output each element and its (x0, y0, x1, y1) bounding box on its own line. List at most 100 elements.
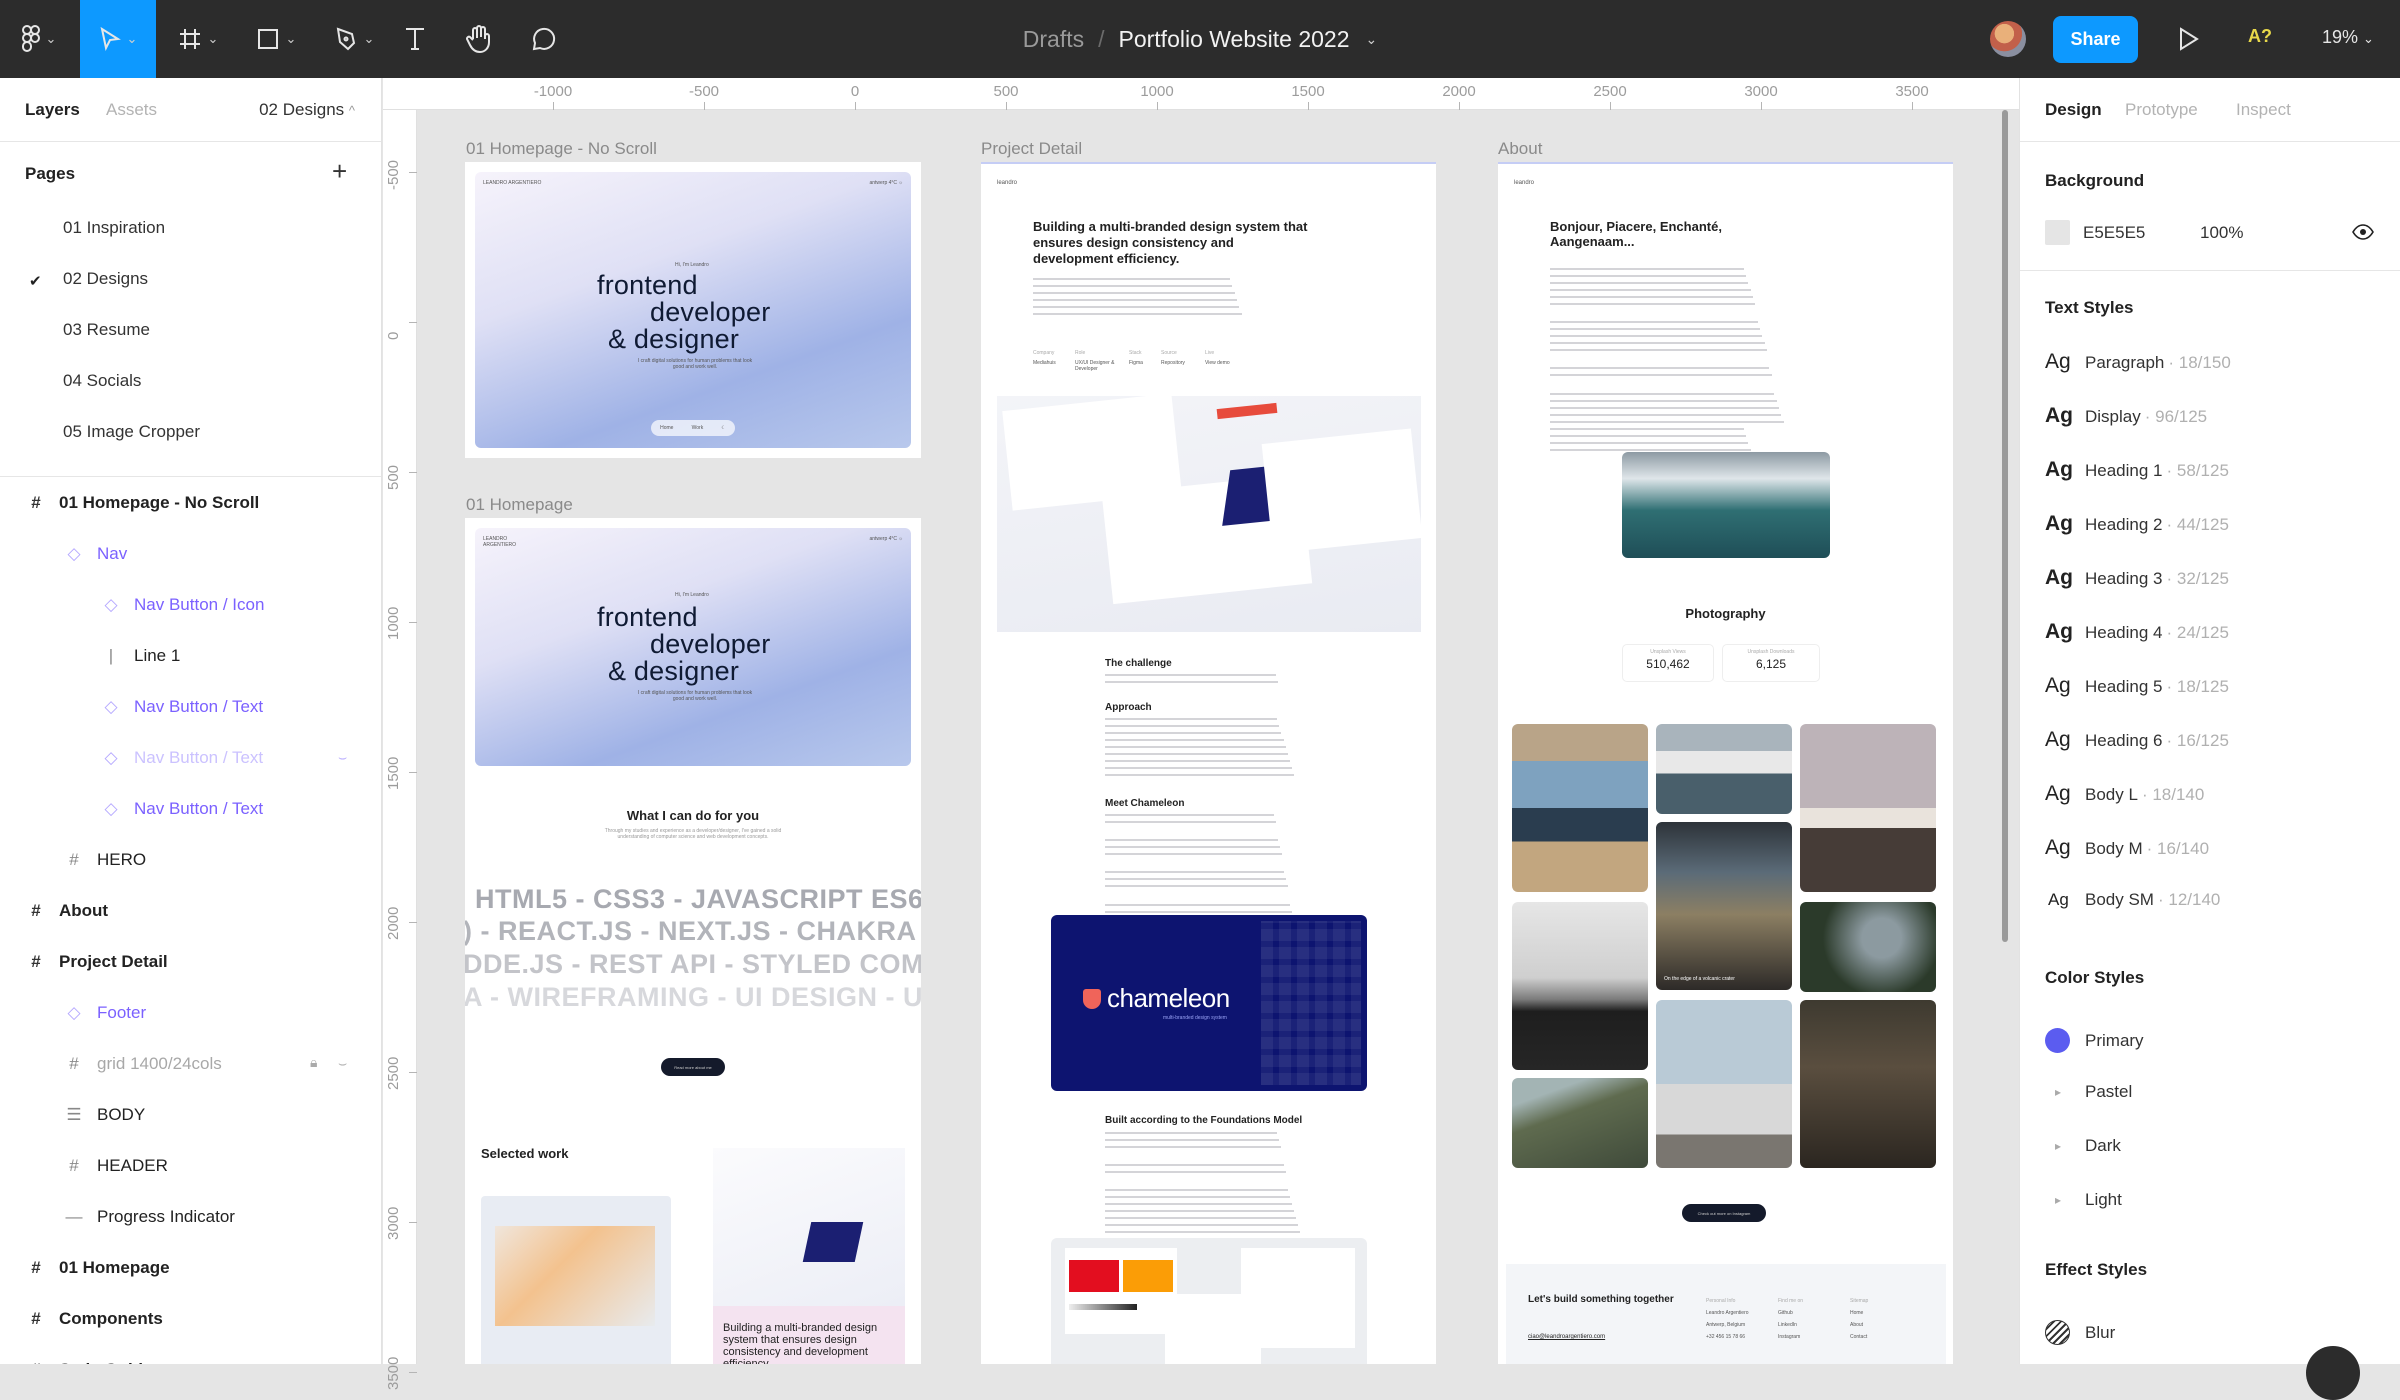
comment-bubble-icon (532, 27, 556, 51)
text-style-item[interactable]: Ag Heading 1 · 58/125 (2045, 458, 2229, 482)
text-style-item[interactable]: Ag Display · 96/125 (2045, 404, 2207, 428)
tab-prototype[interactable]: Prototype (2125, 100, 2198, 120)
layer-name: grid 1400/24cols (97, 1054, 222, 1073)
color-style-item[interactable]: Primary (2045, 1028, 2144, 1053)
frame-homepage[interactable]: LEANDRO ARGENTIERO antwerp 4°C ☼ Hi, I'm… (465, 518, 921, 1364)
text-tool-button[interactable] (398, 0, 432, 78)
layer-row[interactable]: ◇ Nav Button / Text (100, 741, 263, 775)
design-canvas[interactable]: 01 Homepage - No Scroll 01 Homepage Proj… (418, 110, 2018, 1364)
layer-row[interactable]: — Progress Indicator (63, 1200, 235, 1234)
text-style-item[interactable]: Ag Heading 4 · 24/125 (2045, 620, 2229, 644)
text-style-item[interactable]: Ag Heading 5 · 18/125 (2045, 674, 2229, 698)
text-style-meta: · 18/125 (2166, 677, 2229, 696)
main-menu-button[interactable]: ⌄ (0, 0, 78, 78)
eye-visibility-icon[interactable] (2352, 224, 2374, 240)
breadcrumb-drafts-link[interactable]: Drafts (1023, 26, 1084, 53)
layer-row[interactable]: ◇ Footer (63, 996, 146, 1030)
frame-homepage-no-scroll[interactable]: LEANDRO ARGENTIERO antwerp 4°C ☼ Hi, I'm… (465, 162, 921, 458)
text-line-placeholder (1105, 910, 1293, 913)
file-name[interactable]: Portfolio Website 2022 (1119, 26, 1350, 53)
accessibility-check-button[interactable]: A? (2248, 26, 2272, 47)
text-style-item[interactable]: Ag Heading 6 · 16/125 (2045, 728, 2229, 752)
ruler-tick (409, 1072, 417, 1073)
ruler-tick (409, 472, 417, 473)
page-item[interactable]: 04 Socials (63, 371, 141, 391)
frame-project-detail[interactable]: leandro Building a multi-branded design … (981, 162, 1436, 1364)
tab-layers[interactable]: Layers (25, 100, 80, 120)
layer-row[interactable]: # Style Guide (25, 1353, 152, 1364)
background-hex-input[interactable]: E5E5E5 (2083, 223, 2145, 243)
layer-row[interactable]: ☰ BODY (63, 1098, 145, 1132)
color-style-item[interactable]: ▸ Light (2045, 1190, 2122, 1210)
layer-row[interactable]: | Line 1 (100, 639, 181, 673)
hero-line-1: frontend (597, 602, 698, 632)
text-style-item[interactable]: Ag Paragraph · 18/150 (2045, 350, 2231, 374)
help-button[interactable] (2306, 1346, 2360, 1400)
page-item[interactable]: 03 Resume (63, 320, 150, 340)
canvas-scrollbar[interactable] (2002, 110, 2008, 942)
text-line-placeholder (1105, 1210, 1294, 1213)
hidden-eye-closed-icon[interactable]: ⌣ (338, 1055, 347, 1072)
page-item[interactable]: 05 Image Cropper (63, 422, 200, 442)
user-avatar[interactable] (1990, 21, 2026, 57)
file-menu-chevron-icon[interactable]: ⌄ (1366, 31, 1378, 48)
pen-tool-button[interactable]: ⌄ (320, 0, 388, 78)
tab-inspect[interactable]: Inspect (2236, 100, 2291, 120)
expand-caret-icon: ▸ (2055, 1085, 2062, 1099)
text-style-item[interactable]: Ag Body M · 16/140 (2045, 836, 2209, 860)
pill-work: Work (691, 425, 704, 431)
move-tool-button[interactable]: ⌄ (80, 0, 156, 78)
comment-tool-button[interactable] (526, 0, 560, 78)
effect-style-item[interactable]: Blur (2045, 1320, 2115, 1345)
layer-row[interactable]: # Components (25, 1302, 163, 1336)
text-style-item[interactable]: Ag Heading 2 · 44/125 (2045, 512, 2229, 536)
page-item[interactable]: 02 Designs (63, 269, 148, 289)
layer-row[interactable]: # About (25, 894, 108, 928)
frame-label-homepage-no-scroll[interactable]: 01 Homepage - No Scroll (466, 139, 657, 159)
layer-row[interactable]: # HERO (63, 843, 146, 877)
color-swatch-card (1065, 1248, 1177, 1334)
text-style-item[interactable]: Ag Heading 3 · 32/125 (2045, 566, 2229, 590)
frame-label-project-detail[interactable]: Project Detail (981, 139, 1082, 159)
page-item[interactable]: 01 Inspiration (63, 218, 165, 238)
background-color-swatch[interactable] (2045, 220, 2070, 245)
layer-row[interactable]: # grid 1400/24cols (63, 1047, 222, 1081)
tab-assets[interactable]: Assets (106, 100, 157, 120)
layer-row[interactable]: #01 Homepage - No Scroll (25, 486, 259, 520)
layer-row[interactable]: #01 Homepage (25, 1251, 169, 1285)
text-style-ag-icon: Ag (2048, 890, 2069, 909)
color-style-item[interactable]: ▸ Dark (2045, 1136, 2121, 1156)
frame-label-about[interactable]: About (1498, 139, 1542, 159)
surf-photo (1622, 452, 1830, 558)
current-page-dropdown[interactable]: 02 Designs ^ (259, 100, 355, 120)
text-style-item[interactable]: Ag Body SM · 12/140 (2045, 890, 2220, 910)
component-diamond-icon: ◇ (67, 1003, 81, 1022)
layer-row[interactable]: # Project Detail (25, 945, 167, 979)
layer-row[interactable]: ◇ Nav Button / Icon (100, 588, 264, 622)
layer-row[interactable]: ◇ Nav Button / Text (100, 792, 263, 826)
frame-label-homepage[interactable]: 01 Homepage (466, 495, 573, 515)
frame-hash-icon: # (31, 901, 41, 920)
hero-section: LEANDRO ARGENTIERO antwerp 4°C ☼ Hi, I'm… (475, 528, 911, 766)
tab-design[interactable]: Design (2045, 100, 2102, 120)
share-button[interactable]: Share (2053, 16, 2138, 63)
text-line-placeholder (1550, 406, 1779, 409)
component-diamond-icon: ◇ (104, 748, 118, 767)
present-play-icon[interactable] (2175, 26, 2201, 52)
layer-row[interactable]: # HEADER (63, 1149, 168, 1183)
frame-tool-button[interactable]: ⌄ (164, 0, 232, 78)
color-style-item[interactable]: ▸ Pastel (2045, 1082, 2132, 1102)
zoom-dropdown[interactable]: 19% ⌄ (2322, 27, 2374, 48)
text-style-item[interactable]: Ag Body L · 18/140 (2045, 782, 2204, 806)
add-page-plus-icon[interactable]: + (332, 158, 347, 184)
layer-row[interactable]: ◇ Nav (63, 537, 127, 571)
text-style-meta: · 96/125 (2144, 407, 2208, 426)
frame-about[interactable]: leandro Bonjour, Piacere, Enchanté, Aang… (1498, 162, 1953, 1364)
text-line-placeholder (1033, 278, 1230, 280)
hidden-eye-closed-icon[interactable]: ⌣ (338, 749, 347, 766)
layer-row[interactable]: ◇ Nav Button / Text (100, 690, 263, 724)
lock-icon[interactable]: 🔒︎ (310, 1054, 317, 1071)
background-opacity-input[interactable]: 100% (2200, 223, 2243, 243)
shape-tool-button[interactable]: ⌄ (242, 0, 310, 78)
hand-tool-button[interactable] (462, 0, 496, 78)
